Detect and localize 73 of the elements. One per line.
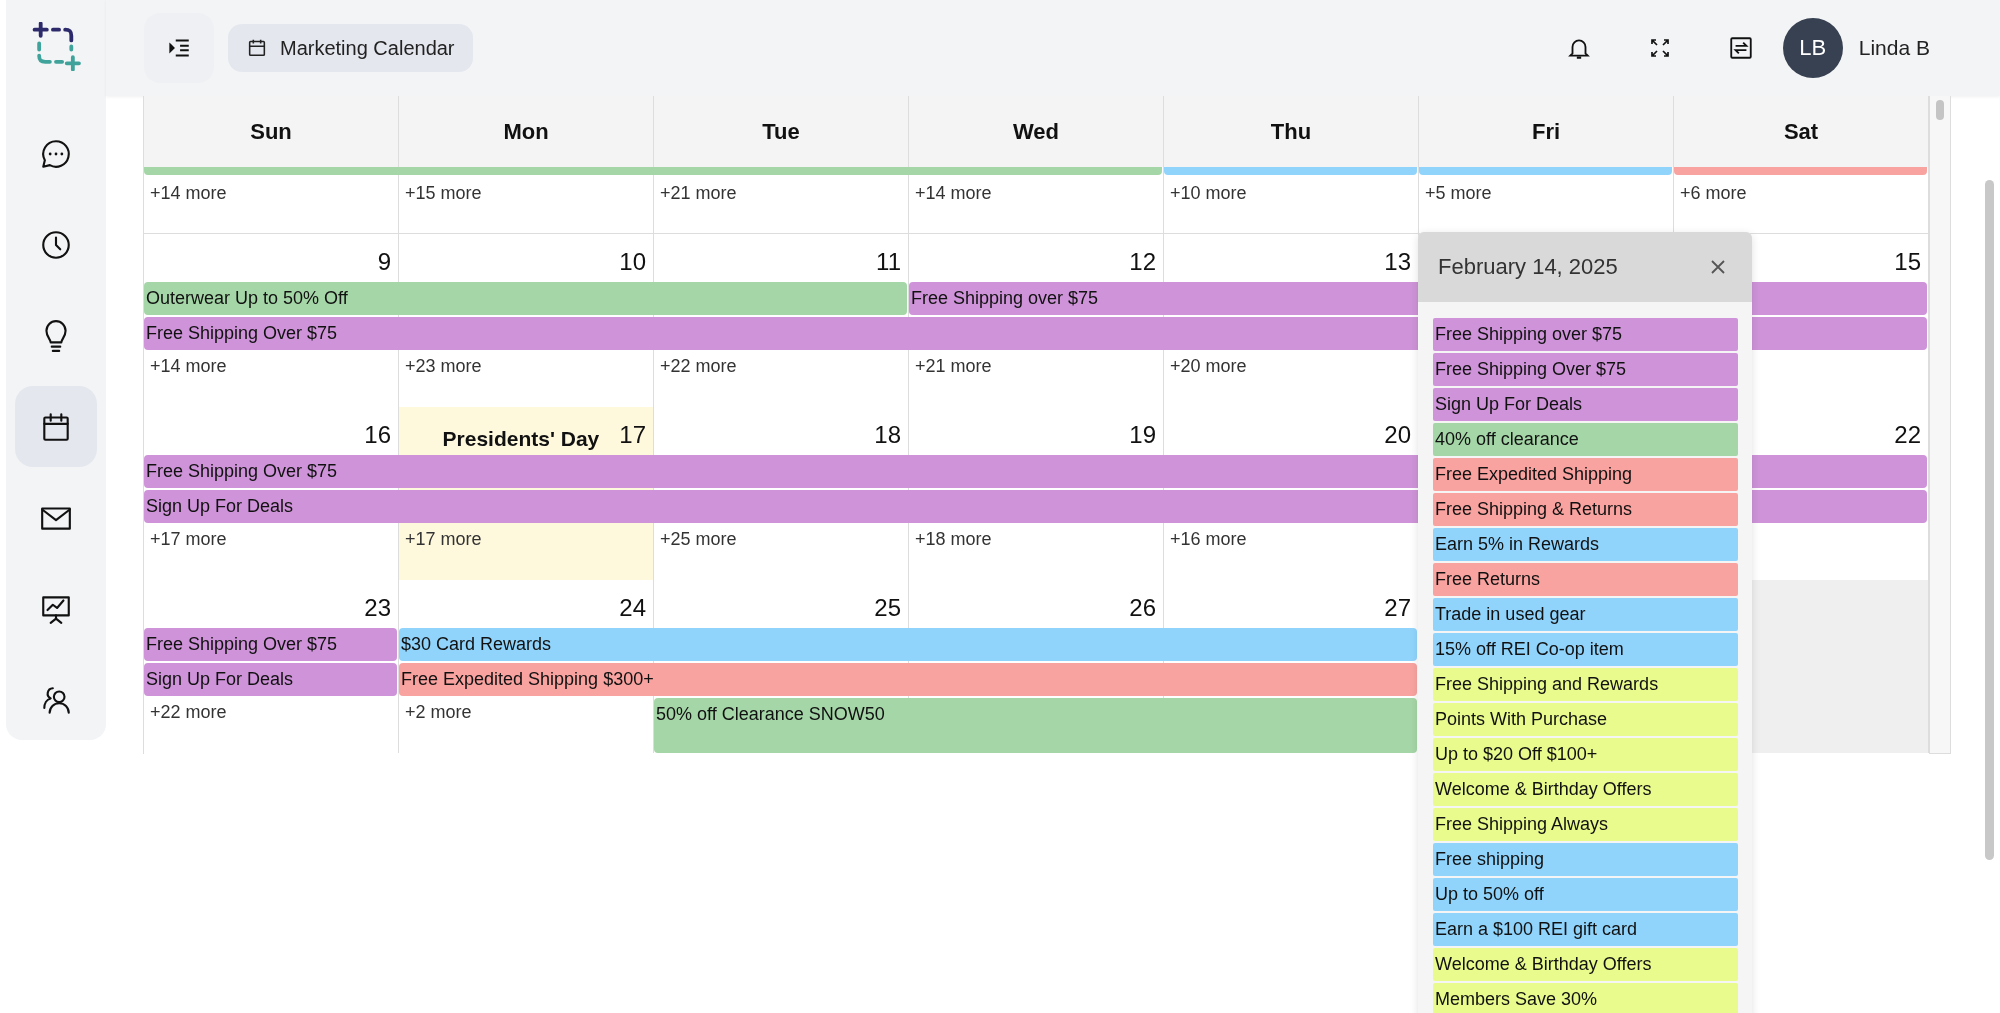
event-bar[interactable]: Up to $20 Off $100+: [1433, 738, 1738, 771]
more-events-link[interactable]: +17 more: [399, 525, 654, 550]
more-events-link[interactable]: +14 more: [144, 177, 399, 204]
swap-arrows-icon: [1727, 35, 1754, 61]
event-bar[interactable]: Points With Purchase: [1433, 703, 1738, 736]
more-events-link[interactable]: +23 more: [399, 352, 654, 377]
more-events-link[interactable]: +20 more: [1164, 352, 1419, 377]
event-bar[interactable]: Members Save 30%: [1433, 983, 1738, 1013]
event-bar[interactable]: Free Returns: [1433, 563, 1738, 596]
event-bar[interactable]: Welcome & Birthday Offers: [1433, 773, 1738, 806]
event-bar[interactable]: Free Shipping over $75: [1433, 318, 1738, 351]
day-number[interactable]: 12: [1129, 248, 1156, 276]
more-events-link[interactable]: +6 more: [1674, 177, 1929, 204]
day-number[interactable]: 11: [876, 248, 901, 276]
event-bar[interactable]: 40% off clearance: [1433, 423, 1738, 456]
day-number[interactable]: 15: [1894, 248, 1921, 276]
day-number[interactable]: 25: [874, 594, 901, 622]
more-events-link[interactable]: +5 more: [1419, 177, 1674, 204]
more-events-link[interactable]: +17 more: [144, 525, 399, 550]
scrollbar-thumb[interactable]: [1936, 100, 1944, 120]
more-events-link[interactable]: +21 more: [654, 177, 909, 204]
event-bar[interactable]: Free shipping: [1433, 843, 1738, 876]
event-bar[interactable]: Free Shipping Always: [1433, 808, 1738, 841]
more-events-link[interactable]: +15 more: [399, 177, 654, 204]
more-events-link[interactable]: +21 more: [909, 352, 1164, 377]
event-bar[interactable]: Free Expedited Shipping: [1433, 458, 1738, 491]
popup-title: February 14, 2025: [1438, 254, 1618, 280]
event-bar[interactable]: Trade in used gear: [1433, 598, 1738, 631]
more-events-link[interactable]: +10 more: [1164, 177, 1419, 204]
event-bar[interactable]: Free Shipping & Returns: [1433, 493, 1738, 526]
more-events-link[interactable]: +14 more: [144, 352, 399, 377]
more-events-link[interactable]: +2 more: [399, 698, 654, 723]
more-events-link[interactable]: +22 more: [144, 698, 399, 723]
day-number[interactable]: 9: [377, 248, 391, 276]
calendar-icon: [246, 37, 268, 59]
user-avatar[interactable]: LB: [1782, 18, 1843, 78]
day-number[interactable]: 19: [1129, 421, 1156, 449]
user-name[interactable]: Linda B: [1858, 36, 1930, 60]
day-number[interactable]: 27: [1384, 594, 1411, 622]
day-number[interactable]: 20: [1384, 421, 1411, 449]
event-bar[interactable]: Free Shipping Over $75: [1433, 353, 1738, 386]
day-number[interactable]: 18: [874, 421, 901, 449]
day-number[interactable]: 16: [364, 421, 391, 449]
event-bar[interactable]: Free Shipping Over $75: [144, 628, 397, 661]
more-events-link[interactable]: +14 more: [909, 177, 1164, 204]
day-number[interactable]: 13: [1384, 248, 1411, 276]
menu-toggle-button[interactable]: [144, 13, 214, 83]
breadcrumb-chip[interactable]: Marketing Calendar: [228, 24, 473, 72]
event-bar[interactable]: Outerwear Up to 50% Off: [144, 282, 907, 315]
event-bar[interactable]: Free Shipping and Rewards: [1433, 668, 1738, 701]
event-bar[interactable]: Sign Up For Deals: [144, 663, 397, 696]
day-number[interactable]: 26: [1129, 594, 1156, 622]
event-bar[interactable]: Earn 5% in Rewards: [1433, 528, 1738, 561]
event-bar[interactable]: Up to 50% off: [1433, 878, 1738, 911]
day-number[interactable]: 24: [619, 594, 646, 622]
holiday-label: Presidents' Day: [442, 427, 600, 451]
event-bar[interactable]: 15% off REI Co-op item: [1433, 633, 1738, 666]
sidebar-nav-item[interactable]: [15, 386, 97, 467]
event-bar[interactable]: Earn a $100 REI gift card: [1433, 913, 1738, 946]
day-number[interactable]: 10: [619, 248, 646, 276]
event-bar[interactable]: 50% off Clearance SNOW50: [654, 698, 1417, 753]
scrollbar-thumb[interactable]: [1985, 180, 1994, 860]
event-bar[interactable]: $30 Card Rewards: [399, 628, 1417, 661]
more-events-link[interactable]: +16 more: [1164, 525, 1419, 550]
event-bar[interactable]: Sign Up For Deals: [1433, 388, 1738, 421]
day-number[interactable]: 17: [619, 421, 646, 449]
day-number[interactable]: 22: [1894, 421, 1921, 449]
more-events-link[interactable]: +22 more: [654, 352, 909, 377]
day-number[interactable]: 23: [364, 594, 391, 622]
more-events-link[interactable]: +25 more: [654, 525, 909, 550]
event-bar[interactable]: Welcome & Birthday Offers: [1433, 948, 1738, 981]
more-events-link[interactable]: +18 more: [909, 525, 1164, 550]
event-bar[interactable]: Free Expedited Shipping $300+: [399, 663, 1417, 696]
